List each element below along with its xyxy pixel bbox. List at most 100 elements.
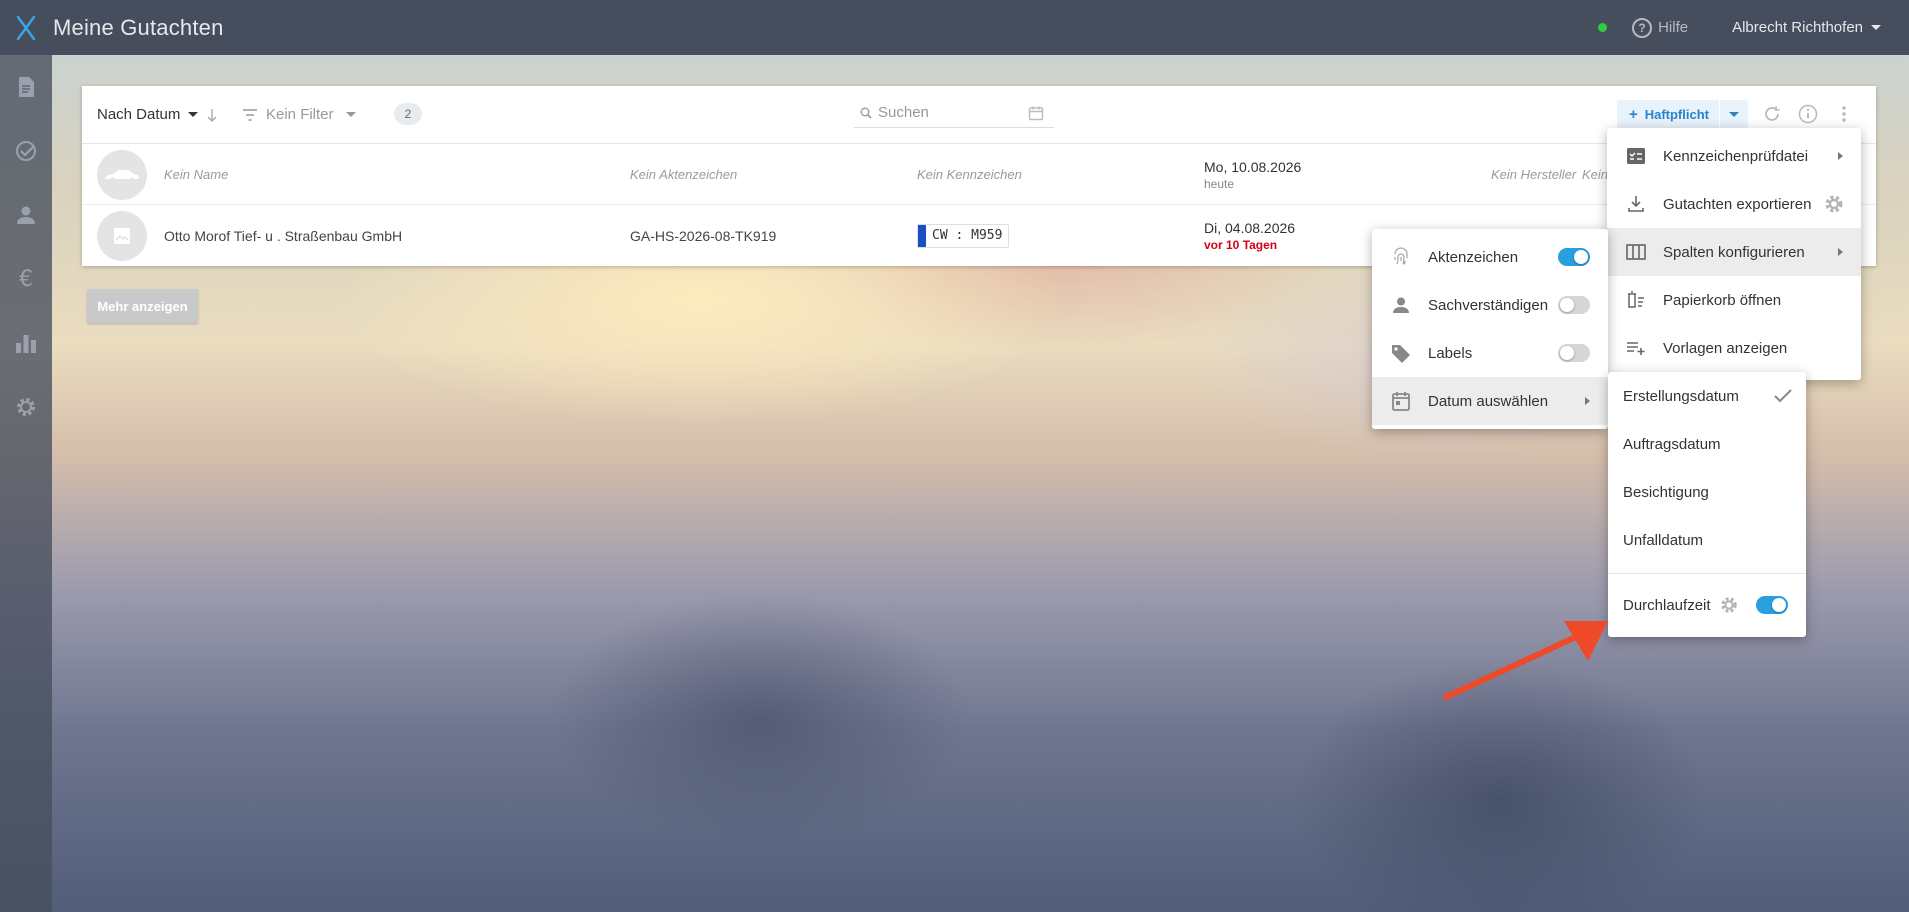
chevron-down-icon <box>345 112 356 117</box>
menu-item-trash[interactable]: Papierkorb öffnen <box>1607 276 1861 324</box>
gear-icon[interactable] <box>10 391 42 423</box>
column-toggle-aktenzeichen[interactable]: Aktenzeichen <box>1372 233 1608 281</box>
check-circle-icon[interactable] <box>10 135 42 167</box>
menu-item-kennzeichenpruefdatei[interactable]: Kennzeichenprüfdatei <box>1607 132 1861 180</box>
menu-item-label: Sachverständigen <box>1428 296 1549 314</box>
toggle-switch[interactable] <box>1558 344 1590 362</box>
date-value: Di, 04.08.2026 <box>1204 219 1296 236</box>
license-plate-text: CW : M959 <box>932 228 1003 243</box>
gear-icon[interactable] <box>1719 595 1739 615</box>
eu-band-icon <box>918 224 926 247</box>
menu-divider <box>1608 573 1806 574</box>
date-relative: vor 10 Tagen <box>1204 237 1278 252</box>
extra-column: Kein <box>1582 167 1609 182</box>
more-options-menu: Kennzeichenprüfdatei Gutachten exportier… <box>1607 128 1861 380</box>
page-title: Meine Gutachten <box>53 14 224 40</box>
column-toggle-sachverstaendigen[interactable]: Sachverständigen <box>1372 281 1608 329</box>
date-relative: heute <box>1204 176 1235 191</box>
menu-item-label: Datum auswählen <box>1428 392 1549 410</box>
help-label: Hilfe <box>1658 19 1689 36</box>
checklist-icon <box>1625 145 1647 167</box>
tag-icon <box>1390 342 1412 364</box>
person-icon[interactable] <box>10 199 42 231</box>
menu-item-export[interactable]: Gutachten exportieren <box>1607 180 1861 228</box>
owner-name: Otto Morof Tief- u . Straßenbau GmbH <box>164 227 403 244</box>
columns-submenu: Aktenzeichen Sachverständigen Labels Dat… <box>1372 229 1608 429</box>
menu-item-configure-columns[interactable]: Spalten konfigurieren <box>1607 228 1861 276</box>
column-toggle-labels[interactable]: Labels <box>1372 329 1608 377</box>
menu-item-label: Erstellungsdatum <box>1623 387 1739 405</box>
sort-direction-icon[interactable] <box>206 108 218 122</box>
plus-icon: + <box>1628 105 1638 123</box>
person-icon <box>1390 294 1412 316</box>
menu-item-label: Besichtigung <box>1623 483 1709 501</box>
menu-item-templates[interactable]: Vorlagen anzeigen <box>1607 324 1861 372</box>
chevron-down-icon <box>1871 25 1881 30</box>
date-option-unfalldatum[interactable]: Unfalldatum <box>1608 516 1806 564</box>
report-type-dropdown[interactable] <box>1720 100 1748 128</box>
add-report-button[interactable]: + Haftpflicht <box>1616 100 1748 128</box>
menu-item-label: Auftragsdatum <box>1623 435 1721 453</box>
calendar-icon <box>1390 390 1412 412</box>
menu-item-label: Unfalldatum <box>1623 531 1704 549</box>
menu-item-label: Gutachten exportieren <box>1663 195 1812 213</box>
date-submenu: Erstellungsdatum Auftragsdatum Besichtig… <box>1608 372 1806 637</box>
user-menu[interactable]: Albrecht Richthofen <box>1732 19 1881 36</box>
trash-icon <box>1625 289 1647 311</box>
menu-item-label: Spalten konfigurieren <box>1663 243 1805 261</box>
date-option-auftragsdatum[interactable]: Auftragsdatum <box>1608 420 1806 468</box>
checkmark-icon <box>1774 389 1792 403</box>
menu-item-label: Labels <box>1428 344 1473 362</box>
chevron-right-icon <box>1838 248 1843 256</box>
file-number: GA-HS-2026-08-TK919 <box>630 227 777 244</box>
bar-chart-icon[interactable] <box>10 327 42 359</box>
date-value: Mo, 10.08.2026 <box>1204 158 1302 175</box>
sort-label: Nach Datum <box>97 106 181 123</box>
menu-item-label: Kennzeichenprüfdatei <box>1663 147 1809 165</box>
toggle-switch[interactable] <box>1558 248 1590 266</box>
menu-item-select-date[interactable]: Datum auswählen <box>1372 377 1608 425</box>
chevron-right-icon <box>1838 152 1843 160</box>
date-option-besichtigung[interactable]: Besichtigung <box>1608 468 1806 516</box>
license-plate-badge: CW : M959 <box>917 223 1010 248</box>
download-icon <box>1625 193 1647 215</box>
sidebar: € <box>0 55 52 912</box>
info-icon[interactable] <box>1796 102 1820 126</box>
online-status-icon <box>1598 23 1608 32</box>
show-more-button[interactable]: Mehr anzeigen <box>87 289 198 323</box>
filter-dropdown[interactable]: Kein Filter <box>242 106 356 123</box>
columns-icon <box>1625 241 1647 263</box>
filter-icon <box>243 108 257 121</box>
date-cell: Di, 04.08.2026 vor 10 Tagen <box>1204 205 1295 266</box>
chevron-right-icon <box>1585 397 1590 405</box>
date-option-erstellungsdatum[interactable]: Erstellungsdatum <box>1608 372 1806 420</box>
search-input[interactable] <box>878 104 1028 121</box>
owner-name: Kein Name <box>164 167 229 182</box>
euro-icon[interactable]: € <box>10 263 42 295</box>
top-bar: Meine Gutachten ? Hilfe Albrecht Richtho… <box>0 0 1909 55</box>
manufacturer: Kein Hersteller <box>1491 167 1577 182</box>
date-cell: Mo, 10.08.2026 heute <box>1204 144 1301 205</box>
image-placeholder-icon <box>97 211 147 261</box>
add-report-label: Haftpflicht <box>1644 106 1709 122</box>
app-logo-icon[interactable] <box>0 0 52 55</box>
result-count-badge: 2 <box>394 103 422 125</box>
document-icon[interactable] <box>10 71 42 103</box>
refresh-icon[interactable] <box>1760 102 1784 126</box>
gear-icon[interactable] <box>1823 193 1845 219</box>
user-name: Albrecht Richthofen <box>1732 19 1863 36</box>
search-icon <box>854 107 878 119</box>
menu-item-label: Durchlaufzeit <box>1623 596 1711 614</box>
more-vertical-icon[interactable] <box>1832 102 1856 126</box>
toggle-switch[interactable] <box>1756 596 1788 614</box>
car-placeholder-icon <box>97 150 147 200</box>
toggle-switch[interactable] <box>1558 296 1590 314</box>
durchlaufzeit-option[interactable]: Durchlaufzeit <box>1608 581 1806 629</box>
license-plate: CW : M959 <box>917 205 1010 266</box>
file-number: Kein Aktenzeichen <box>630 167 738 182</box>
help-link[interactable]: ? Hilfe <box>1632 17 1689 38</box>
fingerprint-icon <box>1390 246 1412 268</box>
search-field <box>854 98 1054 128</box>
calendar-icon[interactable] <box>1028 105 1044 121</box>
sort-dropdown[interactable]: Nach Datum <box>97 106 218 123</box>
